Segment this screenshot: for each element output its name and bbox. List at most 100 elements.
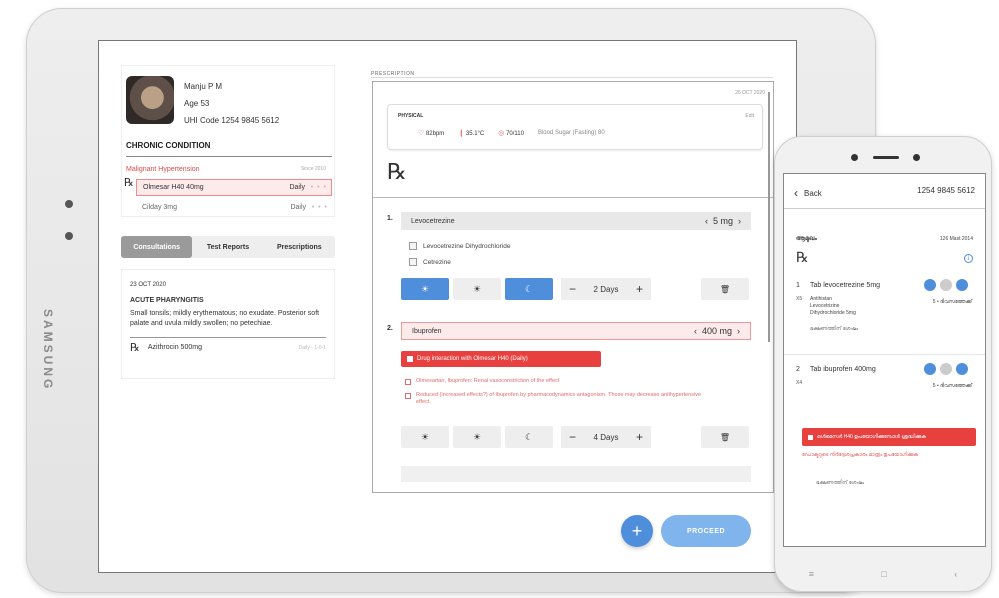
duration-stepper: − 2 Days + bbox=[561, 278, 651, 300]
plus-button[interactable]: + bbox=[636, 282, 643, 296]
chevron-left-icon[interactable]: ‹ bbox=[694, 326, 697, 336]
rx-icon: ℞ bbox=[124, 176, 134, 189]
blood-sugar-vital: Blood Sugar (Fasting) 80 bbox=[537, 130, 605, 136]
consultation-card[interactable]: 23 OCT 2020 ACUTE PHARYNGITIS Small tons… bbox=[121, 269, 335, 379]
chevron-left-icon[interactable]: ‹ bbox=[705, 216, 708, 226]
sun-icon: ☀ bbox=[472, 431, 482, 442]
plus-button[interactable]: + bbox=[636, 430, 643, 444]
pressure-icon: ◎ bbox=[498, 130, 505, 137]
warning-icon bbox=[407, 356, 413, 362]
divider bbox=[784, 208, 985, 209]
delete-button[interactable]: 🗑 bbox=[701, 278, 749, 300]
warning-item[interactable]: Reduced (increased effects?) of Ibuprofe… bbox=[405, 392, 705, 406]
item-number: 1. bbox=[387, 215, 393, 222]
chronic-med-row-2[interactable]: Cilday 3mg Daily • • • bbox=[136, 199, 332, 216]
tab-test-reports[interactable]: Test Reports bbox=[192, 236, 263, 258]
home-icon[interactable]: □ bbox=[881, 569, 886, 579]
night-toggle[interactable]: ☾ bbox=[505, 426, 553, 448]
consult-med-row: ℞ Azithrocin 500mg Daily · 1-0-1 bbox=[130, 341, 326, 354]
more-icon[interactable]: • • • bbox=[312, 204, 328, 211]
checkbox-icon[interactable] bbox=[409, 258, 417, 266]
proceed-button[interactable]: PROCEED bbox=[661, 515, 751, 547]
morning-toggle[interactable]: ☀ bbox=[401, 278, 449, 300]
history-tabs: Consultations Test Reports Prescriptions bbox=[121, 236, 335, 258]
edit-link[interactable]: Edit bbox=[745, 113, 754, 119]
warning-item[interactable]: Olmesartan, Ibuprofen: Renal vasoconstri… bbox=[405, 378, 725, 385]
consult-date: 23 OCT 2020 bbox=[130, 282, 166, 288]
sensor-dot bbox=[913, 154, 920, 161]
patient-name: Manju P M bbox=[184, 82, 223, 91]
night-toggle[interactable]: ☾ bbox=[505, 278, 553, 300]
trash-icon: 🗑 bbox=[719, 432, 731, 442]
blood-pressure-vital: ◎ 70/110 bbox=[498, 130, 524, 137]
sunrise-icon: ☀ bbox=[420, 283, 430, 294]
tab-prescriptions[interactable]: Prescriptions bbox=[264, 236, 335, 258]
pulse-vital: ♡ 82bpm bbox=[418, 130, 445, 137]
warning-icon bbox=[808, 434, 813, 440]
morning-dose-icon bbox=[924, 363, 936, 375]
vitals-row: ♡ 82bpm ❙ 35.1°C ◎ 70/110 Blood Sugar (F… bbox=[418, 129, 605, 137]
dose-selector[interactable]: ‹ 400 mg › bbox=[694, 326, 740, 336]
condition-name: Malignant Hypertension bbox=[126, 166, 200, 173]
rx-icon: ℞ bbox=[796, 250, 809, 266]
duration-text: 5 • ദിവസത്തേക്ക് bbox=[932, 299, 972, 305]
new-drug-input[interactable] bbox=[401, 466, 751, 482]
phone-nav-bar: ≡ □ ‹ bbox=[775, 569, 991, 579]
drug-select-1[interactable]: Levocetrezine ‹ 5 mg › bbox=[401, 212, 751, 230]
device-brand: SAMSUNG bbox=[41, 309, 55, 392]
back-nav-icon[interactable]: ‹ bbox=[954, 569, 957, 579]
phone-header: ‹ Back 1254 9845 5612 bbox=[794, 186, 975, 200]
patient-uhid: UHI Code 1254 9845 5612 bbox=[184, 116, 280, 125]
checkbox-icon[interactable] bbox=[405, 379, 411, 385]
consult-diagnosis: ACUTE PHARYNGITIS bbox=[130, 297, 204, 304]
consult-med: Azithrocin 500mg bbox=[147, 344, 202, 351]
tab-consultations[interactable]: Consultations bbox=[121, 236, 193, 258]
chevron-right-icon[interactable]: › bbox=[738, 216, 741, 226]
quantity-tag: X5 bbox=[796, 296, 803, 302]
chronic-med-row-1[interactable]: Olmesar H40 40mg Daily • • • bbox=[136, 179, 332, 196]
consult-med-meta: Daily · 1-0-1 bbox=[298, 345, 326, 351]
noon-toggle[interactable]: ☀ bbox=[453, 426, 501, 448]
item-number: 1 bbox=[796, 282, 800, 289]
sunrise-icon: ☀ bbox=[420, 431, 430, 442]
option-checkbox[interactable]: Cetrezine bbox=[409, 258, 451, 266]
prescription-date: 126 Mast 2014 bbox=[939, 236, 973, 242]
interaction-warning: ഡോക്ടറുടെ നിർദ്ദേശപ്രകാരം മാത്രം ഉപയോഗിക… bbox=[802, 452, 919, 458]
phone-med-item-2[interactable]: 2 Tab ibuprofen 400mg X4 5 • ദിവസത്തേക്ക… bbox=[796, 363, 978, 416]
noon-toggle[interactable]: ☀ bbox=[453, 278, 501, 300]
speaker-grille bbox=[873, 156, 899, 159]
morning-toggle[interactable]: ☀ bbox=[401, 426, 449, 448]
morning-dose-icon bbox=[924, 279, 936, 291]
chevron-right-icon[interactable]: › bbox=[737, 326, 740, 336]
moon-icon: ☾ bbox=[524, 283, 534, 294]
med-name: Olmesar H40 40mg bbox=[143, 184, 204, 191]
prescription-panel: 26 OCT 2020 PHYSICAL Edit ♡ 82bpm ❙ 35.1… bbox=[372, 81, 774, 493]
tablet-screen: Manju P M Age 53 UHI Code 1254 9845 5612… bbox=[98, 40, 797, 573]
add-button[interactable]: + bbox=[621, 515, 653, 547]
chevron-left-icon: ‹ bbox=[794, 186, 798, 200]
sensor-dot bbox=[65, 232, 73, 240]
back-button[interactable]: ‹ Back bbox=[794, 186, 822, 200]
minus-button[interactable]: − bbox=[569, 282, 576, 296]
phone-med-item-1[interactable]: 1 Tab levocetrezine 5mg X5 Antihistan Le… bbox=[796, 279, 978, 342]
menu-icon[interactable]: ≡ bbox=[809, 569, 814, 579]
patient-avatar bbox=[126, 76, 174, 124]
noon-dose-icon bbox=[940, 279, 952, 291]
dose-selector[interactable]: ‹ 5 mg › bbox=[705, 216, 741, 226]
night-dose-icon bbox=[956, 279, 968, 291]
delete-button[interactable]: 🗑 bbox=[701, 426, 749, 448]
info-icon[interactable]: i bbox=[964, 254, 973, 263]
thermometer-icon: ❙ bbox=[458, 130, 465, 137]
drug-select-2[interactable]: Ibuprofen ‹ 400 mg › bbox=[401, 322, 751, 340]
med-frequency: Daily bbox=[289, 184, 305, 191]
med-frequency: Daily bbox=[290, 204, 306, 211]
option-checkbox[interactable]: Levocetrezine Dihydrochloride bbox=[409, 242, 510, 250]
more-icon[interactable]: • • • bbox=[311, 184, 327, 191]
med-name: Tab levocetrezine 5mg bbox=[810, 282, 881, 289]
scrollbar[interactable] bbox=[768, 92, 770, 342]
checkbox-icon[interactable] bbox=[405, 393, 411, 399]
minus-button[interactable]: − bbox=[569, 430, 576, 444]
patient-info: Manju P M Age 53 UHI Code 1254 9845 5612 bbox=[184, 78, 279, 129]
checkbox-icon[interactable] bbox=[409, 242, 417, 250]
rx-icon: ℞ bbox=[130, 341, 140, 354]
